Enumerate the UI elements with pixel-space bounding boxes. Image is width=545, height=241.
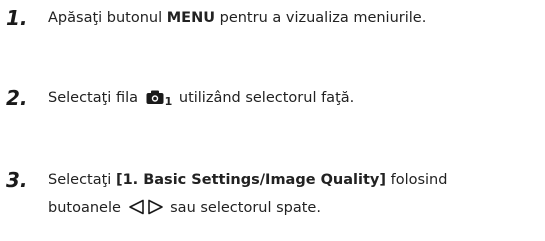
step-number: 2. [6,86,28,110]
step-text-pre: Selectaţi [48,172,116,188]
step-text: Selectaţi [1. Basic Settings/Image Quali… [48,166,539,225]
menu-button-label: MENU [166,10,215,26]
step-text-post: utilizând selectorul faţă. [174,90,355,106]
left-right-arrows-icon [128,197,164,225]
step-text-pre: Selectaţi fila [48,90,143,106]
camera-icon [146,90,164,104]
step-text-pre: Apăsaţi butonul [48,10,167,26]
step-text-post: pentru a vizualiza meniurile. [215,10,427,26]
menu-item-label: [1. Basic Settings/Image Quality] [115,172,386,188]
step-text-line2-pre: butoanele [48,200,126,216]
step-text-post: folosind [385,172,448,188]
tab-subscript: 1 [164,95,173,108]
step-number: 3. [6,168,28,192]
step-text: Selectaţi fila 1 utilizând selectorul fa… [48,84,539,116]
step-text: Apăsaţi butonul MENU pentru a vizualiza … [48,4,539,32]
step-number: 1. [6,6,28,30]
step-text-line2-post: sau selectorul spate. [165,200,321,216]
